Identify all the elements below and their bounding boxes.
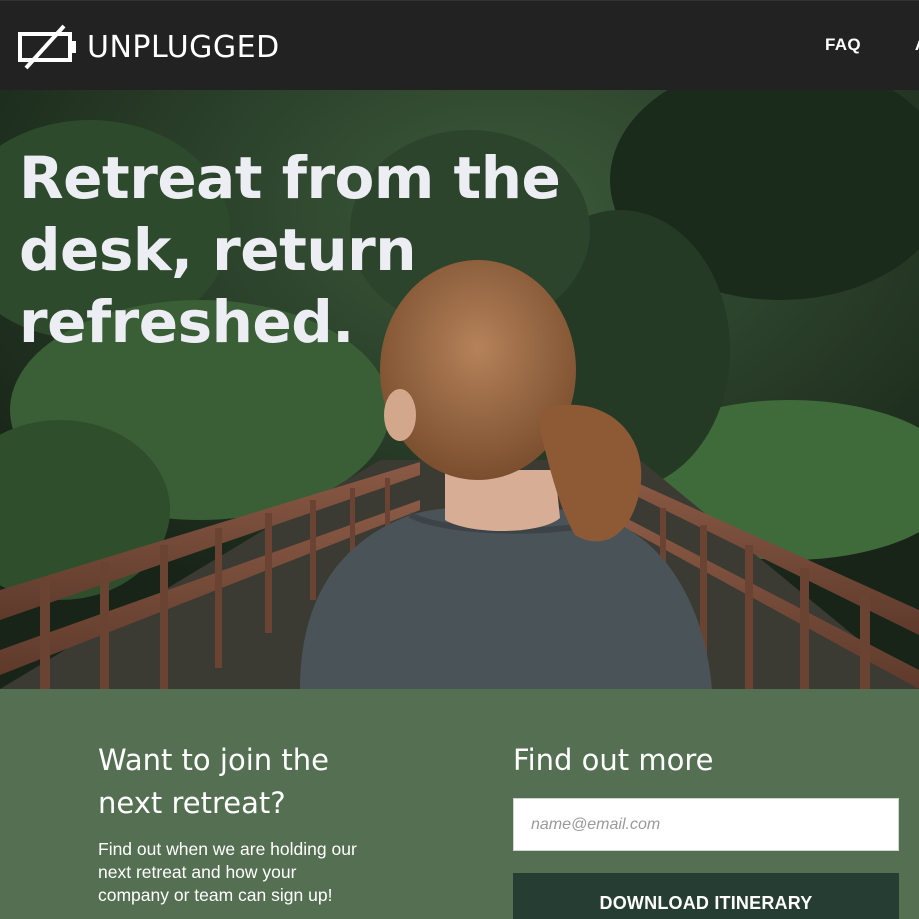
brand-logo[interactable]: UNPLUGGED — [18, 23, 280, 71]
signup-section: Want to join the next retreat? Find out … — [0, 689, 919, 919]
main-nav: FAQ A — [825, 35, 919, 55]
join-column: Want to join the next retreat? Find out … — [98, 739, 378, 907]
email-input[interactable] — [513, 798, 899, 851]
brand-name: UNPLUGGED — [87, 29, 280, 65]
find-out-more-heading: Find out more — [513, 743, 714, 777]
join-description: Find out when we are holding our next re… — [98, 839, 357, 905]
site-header: UNPLUGGED FAQ A — [0, 0, 919, 90]
hero-section: Retreat from the desk, return refreshed. — [0, 90, 919, 689]
battery-slash-icon — [18, 24, 76, 70]
find-out-more-column: Find out more DOWNLOAD ITINERARY — [513, 739, 899, 919]
join-heading: Want to join the next retreat? — [98, 743, 329, 820]
nav-link-about[interactable]: A — [915, 35, 919, 55]
hero-headline: Retreat from the desk, return refreshed. — [19, 144, 561, 356]
nav-link-faq[interactable]: FAQ — [825, 35, 861, 55]
download-itinerary-button[interactable]: DOWNLOAD ITINERARY — [513, 873, 899, 919]
